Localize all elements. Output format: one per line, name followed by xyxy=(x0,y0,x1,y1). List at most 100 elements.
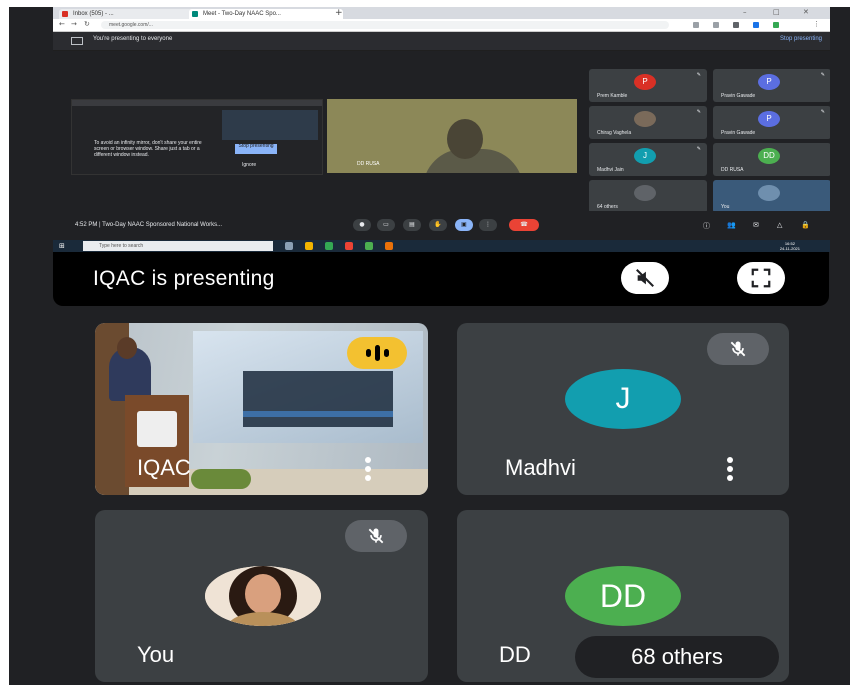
mic-off-icon: ✎ xyxy=(820,109,825,115)
participant-name: Madhvi xyxy=(505,455,576,480)
people-icon[interactable]: 👥 xyxy=(727,221,736,229)
mute-icon xyxy=(636,269,654,287)
speaker-video-tile: DD RUSA xyxy=(327,99,577,173)
close-icon[interactable]: ✕ xyxy=(803,8,809,16)
activities-icon[interactable]: △ xyxy=(777,221,782,229)
mini-participant-tile[interactable]: DD DD RUSA xyxy=(713,143,830,176)
leave-call-button[interactable]: ☎ xyxy=(509,219,539,231)
extension-icon[interactable] xyxy=(753,22,759,28)
participant-name: Pravin Gawade xyxy=(721,130,756,136)
present-button[interactable]: ▣ xyxy=(455,219,473,231)
speaker-head xyxy=(447,119,483,159)
maximize-icon[interactable]: □ xyxy=(773,8,780,16)
ignore-button[interactable]: Ignore xyxy=(242,162,256,168)
mini-participant-tile[interactable]: You xyxy=(713,180,830,213)
file-explorer-icon[interactable] xyxy=(305,242,313,250)
extension-icon[interactable] xyxy=(713,22,719,28)
infinity-mirror-warning: To avoid an infinity mirror, don't share… xyxy=(94,140,202,158)
mic-off-badge xyxy=(707,333,769,365)
participant-avatar xyxy=(634,111,656,127)
participant-tile-you[interactable]: You xyxy=(95,510,428,682)
presenting-bar: You're presenting to everyone Stop prese… xyxy=(53,32,830,50)
presenting-status-text: You're presenting to everyone xyxy=(93,36,173,42)
mic-off-icon xyxy=(368,528,384,544)
stop-presenting-link[interactable]: Stop presenting xyxy=(780,36,822,42)
more-vert-icon[interactable] xyxy=(365,457,371,484)
participant-tile-iqac[interactable]: IQAC xyxy=(95,323,428,495)
taskbar-search[interactable]: Type here to search xyxy=(83,241,273,251)
browser-tab-active[interactable]: Meet - Two-Day NAAC Spo... xyxy=(189,9,343,19)
participant-tile-dd[interactable]: DD DD 68 others xyxy=(457,510,789,682)
chrome-icon[interactable] xyxy=(325,242,333,250)
mic-off-icon: ✎ xyxy=(696,72,701,78)
participant-name: You xyxy=(721,204,730,210)
info-icon[interactable]: ⓘ xyxy=(703,221,710,231)
projected-strip xyxy=(243,411,393,417)
address-bar[interactable]: meet.google.com/... xyxy=(101,21,669,29)
raise-hand-button[interactable]: ✋ xyxy=(429,219,447,231)
captions-button[interactable]: ▤ xyxy=(403,219,421,231)
meet-icon xyxy=(192,11,198,17)
host-controls-icon[interactable]: 🔒 xyxy=(801,221,810,229)
participant-avatar: J xyxy=(634,148,656,164)
task-view-icon[interactable] xyxy=(285,242,293,250)
presentation-tile: To avoid an infinity mirror, don't share… xyxy=(71,99,323,175)
more-options-button[interactable]: ⋮ xyxy=(479,219,497,231)
mini-participant-tile[interactable]: 64 others xyxy=(589,180,707,213)
app-icon[interactable] xyxy=(345,242,353,250)
participant-avatar: P xyxy=(634,74,656,90)
back-icon[interactable]: ← xyxy=(59,20,65,28)
mini-participant-tile[interactable]: P Pravin Gawade ✎ xyxy=(713,69,830,102)
fullscreen-button[interactable] xyxy=(737,262,785,294)
mini-participant-tile[interactable]: Chirag Vaghela ✎ xyxy=(589,106,707,139)
windows-taskbar: ⊞ Type here to search 16:52 24-11-2021 xyxy=(53,240,830,252)
mic-off-badge xyxy=(345,520,407,552)
mic-off-icon xyxy=(730,341,746,357)
browser-tab-strip: Inbox (505) - ... Meet - Two-Day NAAC Sp… xyxy=(53,7,830,19)
participant-avatar: P xyxy=(758,111,780,127)
flower-arrangement xyxy=(191,469,251,489)
mic-button[interactable]: ● xyxy=(353,219,371,231)
forward-icon[interactable]: → xyxy=(71,20,77,28)
speaker-name: DD RUSA xyxy=(357,161,380,167)
windows-start-icon[interactable]: ⊞ xyxy=(59,242,65,250)
participant-avatar xyxy=(758,185,780,201)
mini-participant-tile[interactable]: J Madhvi Jain ✎ xyxy=(589,143,707,176)
mini-participant-tile[interactable]: P Pravin Gawade ✎ xyxy=(713,106,830,139)
new-tab-icon[interactable]: + xyxy=(335,8,343,18)
participant-name: DD xyxy=(499,642,531,667)
minimize-icon[interactable]: – xyxy=(743,8,747,16)
participant-name: Chirag Vaghela xyxy=(597,130,632,136)
speaking-indicator-icon xyxy=(347,337,407,369)
browser-tab[interactable]: Inbox (505) - ... xyxy=(59,9,199,19)
clock-date: 24-11-2021 xyxy=(779,246,800,251)
extension-icon[interactable] xyxy=(693,22,699,28)
more-vert-icon[interactable] xyxy=(727,457,733,484)
participant-avatar: DD xyxy=(758,148,780,164)
podium-sign xyxy=(137,411,177,447)
mini-participant-tile[interactable]: P Prem Kamble ✎ xyxy=(589,69,707,102)
participant-avatar xyxy=(634,185,656,201)
projected-ui xyxy=(243,371,393,427)
profile-icon[interactable] xyxy=(773,22,779,28)
participant-tile-madhvi[interactable]: J Madhvi xyxy=(457,323,789,495)
extension-icon[interactable] xyxy=(733,22,739,28)
stop-presenting-button[interactable]: Stop presenting xyxy=(235,144,277,154)
app-icon[interactable] xyxy=(385,242,393,250)
camera-button[interactable]: ▭ xyxy=(377,219,395,231)
app-frame: Inbox (505) - ... Meet - Two-Day NAAC Sp… xyxy=(9,7,850,685)
gmail-icon xyxy=(62,11,68,17)
app-icon[interactable] xyxy=(365,242,373,250)
others-count-button[interactable]: 68 others xyxy=(575,636,779,678)
meeting-controls-bar: 4:52 PM | Two-Day NAAC Sponsored Nationa… xyxy=(53,211,830,241)
browser-tab-label: Inbox (505) - ... xyxy=(73,11,114,17)
meeting-stage: To avoid an infinity mirror, don't share… xyxy=(53,51,830,213)
mic-off-icon: ✎ xyxy=(820,72,825,78)
reload-icon[interactable]: ↻ xyxy=(84,20,90,28)
chat-icon[interactable]: ✉ xyxy=(753,221,759,229)
mute-presentation-button[interactable] xyxy=(621,262,669,294)
speaker-person-head xyxy=(117,337,137,359)
taskbar-clock[interactable]: 16:52 24-11-2021 xyxy=(780,241,800,251)
mic-off-icon: ✎ xyxy=(696,109,701,115)
browser-menu-icon[interactable]: ⋮ xyxy=(813,20,820,28)
